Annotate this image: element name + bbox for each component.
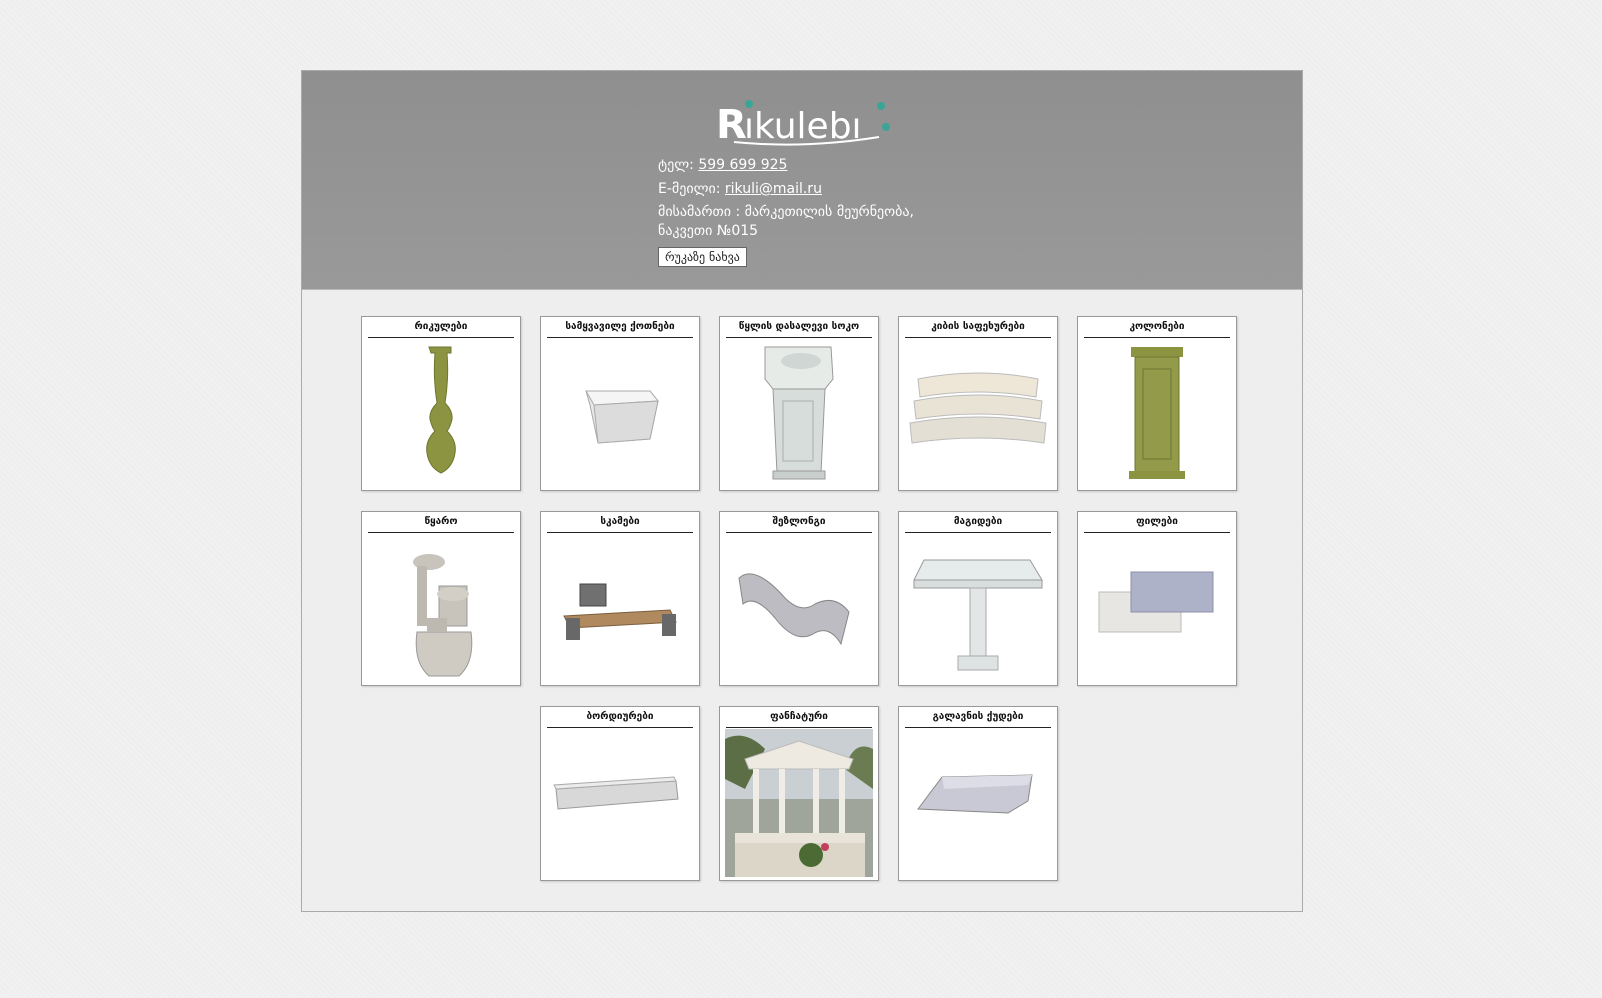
gazebo-image bbox=[725, 729, 873, 877]
table-image bbox=[904, 534, 1052, 682]
product-title: წყარო bbox=[368, 515, 514, 533]
product-title: სკამები bbox=[547, 515, 693, 533]
product-title: ფანჩატური bbox=[726, 710, 872, 728]
product-title: ბორდიურები bbox=[547, 710, 693, 728]
product-title: სამყვავილე ქოთნები bbox=[547, 320, 693, 338]
water-fountain-image bbox=[367, 534, 515, 682]
product-card-flower-pots[interactable]: სამყვავილე ქოთნები bbox=[540, 316, 700, 491]
product-title: კიბის საფეხურები bbox=[905, 320, 1051, 338]
product-title: შეზლონგი bbox=[726, 515, 872, 533]
column-image bbox=[1083, 339, 1231, 487]
product-card-wall-caps[interactable]: გალავნის ქუდები bbox=[898, 706, 1058, 881]
product-card-balusters[interactable]: რიკულები bbox=[361, 316, 521, 491]
product-title: კოლონები bbox=[1084, 320, 1230, 338]
product-title: ფილები bbox=[1084, 515, 1230, 533]
product-card-gazebo[interactable]: ფანჩატური bbox=[719, 706, 879, 881]
stair-steps-image bbox=[904, 339, 1052, 487]
bench-image bbox=[546, 534, 694, 682]
product-card-chaise-lounge[interactable]: შეზლონგი bbox=[719, 511, 879, 686]
flower-pot-image bbox=[546, 339, 694, 487]
product-card-drinking-fountain[interactable]: წყლის დასალევი სოკო bbox=[719, 316, 879, 491]
product-card-stair-steps[interactable]: კიბის საფეხურები bbox=[898, 316, 1058, 491]
product-card-tables[interactable]: მაგიდები bbox=[898, 511, 1058, 686]
product-card-tiles[interactable]: ფილები bbox=[1077, 511, 1237, 686]
product-card-columns[interactable]: კოლონები bbox=[1077, 316, 1237, 491]
phone-link[interactable]: 599 699 925 bbox=[698, 157, 787, 173]
product-title: მაგიდები bbox=[905, 515, 1051, 533]
page-container: R ıkulebı ტელ: 599 699 925 E-მეილი: riku… bbox=[301, 70, 1303, 912]
email-label: E-მეილი: bbox=[658, 181, 721, 197]
tiles-image bbox=[1083, 534, 1231, 682]
view-on-map-button[interactable]: რუკაზე ნახვა bbox=[658, 247, 747, 267]
contact-info: ტელ: 599 699 925 E-მეილი: rikuli@mail.ru… bbox=[658, 153, 958, 267]
email-link[interactable]: rikuli@mail.ru bbox=[725, 181, 822, 197]
curb-image bbox=[546, 729, 694, 877]
wall-cap-image bbox=[904, 729, 1052, 877]
product-card-water-fountain[interactable]: წყარო bbox=[361, 511, 521, 686]
product-title: რიკულები bbox=[368, 320, 514, 338]
product-card-curbs[interactable]: ბორდიურები bbox=[540, 706, 700, 881]
phone-label: ტელ: bbox=[658, 157, 694, 173]
product-card-benches[interactable]: სკამები bbox=[540, 511, 700, 686]
address-text: მისამართი : მარკეთილის მეურნეობა, ნაკვეთ… bbox=[658, 204, 914, 239]
chaise-lounge-image bbox=[725, 534, 873, 682]
site-header: R ıkulebı ტელ: 599 699 925 E-მეილი: riku… bbox=[302, 71, 1302, 290]
svg-text:R: R bbox=[716, 102, 747, 148]
site-logo[interactable]: R ıkulebı bbox=[714, 97, 894, 149]
product-title: წყლის დასალევი სოკო bbox=[726, 320, 872, 338]
baluster-image bbox=[367, 339, 515, 487]
drinking-fountain-image bbox=[725, 339, 873, 487]
product-title: გალავნის ქუდები bbox=[905, 710, 1051, 728]
